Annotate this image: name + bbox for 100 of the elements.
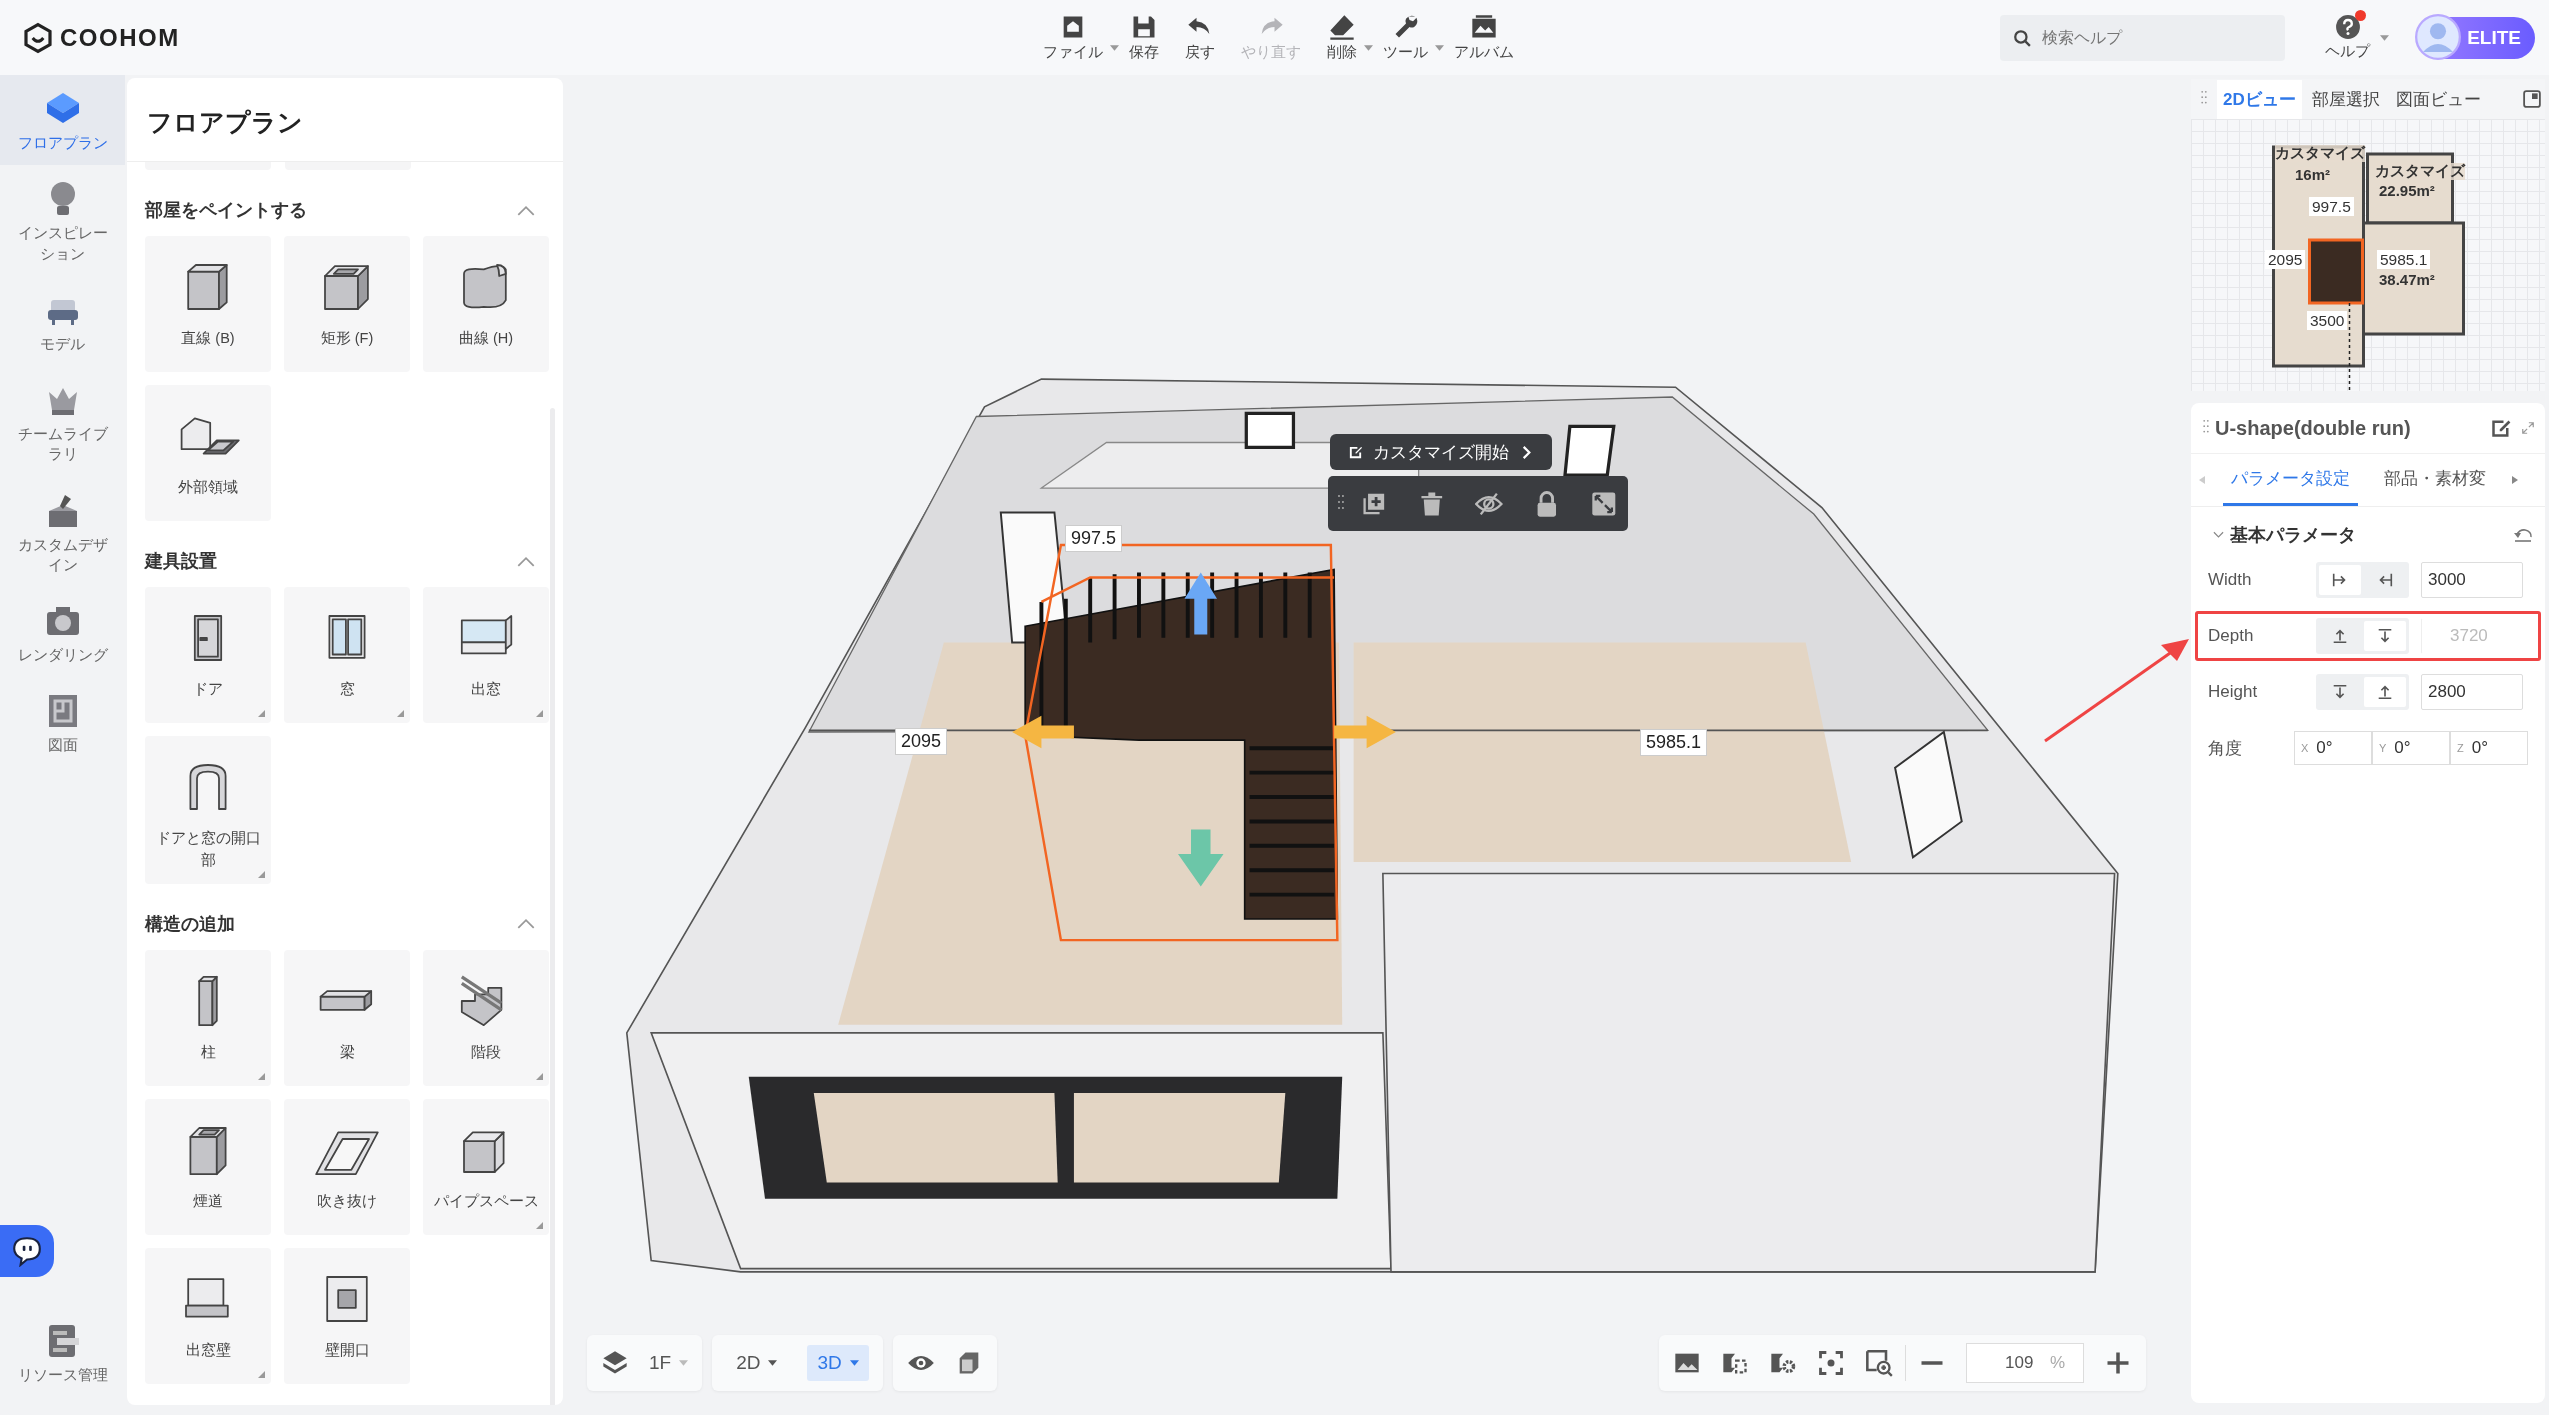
arrow-handle[interactable] xyxy=(1178,829,1224,887)
anchor-button[interactable] xyxy=(2364,677,2406,707)
rail-item[interactable]: モデル xyxy=(0,275,125,366)
minimap[interactable]: カスタマイズ 16m² カスタマイズ 22.95m² 997.5 2095 5985.1 38.47m² 3500 xyxy=(2191,119,2545,391)
tool-tile[interactable]: パイプスペース xyxy=(423,1098,549,1235)
tool-tile[interactable]: ドア xyxy=(145,587,271,723)
angle-field[interactable]: Y 0° xyxy=(2372,731,2450,765)
view-tab[interactable]: 図面ビュー xyxy=(2389,79,2487,119)
chevron-icon[interactable] xyxy=(517,204,535,216)
section-title: 基本パラメータ xyxy=(2230,524,2356,547)
arrow-up-icon xyxy=(2376,683,2394,701)
help-button[interactable]: ヘルプ xyxy=(2325,14,2371,61)
anchor-button[interactable] xyxy=(2319,565,2361,595)
toolbar-button[interactable]: ファイル xyxy=(1039,13,1107,62)
property-tab[interactable]: 部品・素材変 xyxy=(2376,454,2494,506)
tool-tile[interactable]: 壁開口 xyxy=(284,1247,410,1384)
arrow-up-icon xyxy=(2331,627,2349,645)
view-mode-button[interactable]: 2D xyxy=(726,1345,788,1381)
rail-item[interactable]: 図面 xyxy=(0,677,125,768)
toolbar-button[interactable]: 削除 xyxy=(1323,13,1361,62)
edit-icon[interactable] xyxy=(2491,418,2511,438)
toolbar-button[interactable]: ツール xyxy=(1379,13,1432,62)
arrow-handle[interactable] xyxy=(1012,715,1074,749)
chevron-icon[interactable] xyxy=(517,918,535,929)
customize-button[interactable]: カスタマイズ開始 xyxy=(1330,434,1552,470)
tool-tile[interactable]: 吹き抜け xyxy=(284,1098,410,1235)
view-tab[interactable]: 2Dビュー xyxy=(2217,79,2302,119)
chevron-icon[interactable] xyxy=(2213,531,2224,539)
focus-icon[interactable] xyxy=(1817,1349,1845,1377)
arrow-handle[interactable] xyxy=(1334,715,1396,749)
window-icon[interactable] xyxy=(2523,90,2541,108)
tool-tile[interactable]: 梁 xyxy=(284,949,410,1086)
tool-tile[interactable]: 直線 (B) xyxy=(145,236,271,372)
rail-item[interactable]: レンダリング xyxy=(0,587,125,678)
window xyxy=(1244,411,1296,450)
fit-view-icon[interactable] xyxy=(1590,489,1618,518)
tool-tile[interactable]: 階段 xyxy=(423,949,549,1086)
dimension-label: 997.5 xyxy=(2309,197,2354,217)
toolbar-button[interactable]: 保存 xyxy=(1125,13,1163,62)
rail-item[interactable]: リソース管理 xyxy=(0,1306,125,1397)
logo-icon xyxy=(22,21,54,54)
caret-icon xyxy=(2380,34,2390,41)
tool-tile[interactable]: 曲線 (H) xyxy=(423,236,549,372)
chat-button[interactable] xyxy=(0,1224,54,1277)
avatar-icon xyxy=(2415,13,2462,60)
caret-icon xyxy=(768,1360,778,1366)
tool-tile[interactable]: 柱 xyxy=(145,949,271,1086)
dimension-label: 5985.1 xyxy=(1640,729,1708,756)
rail-item[interactable]: インスピレーション xyxy=(0,165,125,276)
dimension-label: 3500 xyxy=(2307,311,2348,331)
section-title: 部屋をペイントする xyxy=(145,199,307,222)
field-label: Height xyxy=(2208,682,2259,702)
rail-item[interactable]: フロアプラン xyxy=(0,75,125,166)
tool-tile[interactable]: ドアと窓の開口部 xyxy=(145,736,271,884)
reset-icon[interactable] xyxy=(2513,527,2533,543)
tool-tile[interactable]: 外部領域 xyxy=(145,385,271,521)
arrow-down-icon xyxy=(2331,683,2349,701)
property-tab[interactable]: パラメータ設定 xyxy=(2223,454,2358,506)
zoom-field[interactable]: 109 % xyxy=(1966,1343,2084,1383)
plan-badge[interactable]: ELITE xyxy=(2417,16,2535,59)
dimension-label: 997.5 xyxy=(1065,525,1123,552)
chevron-icon[interactable] xyxy=(517,555,535,567)
tool-tile[interactable]: 窓 xyxy=(284,587,410,723)
angle-field[interactable]: Z 0° xyxy=(2450,731,2528,765)
caret-icon xyxy=(679,1360,689,1366)
chat-bubble-icon xyxy=(11,1234,43,1267)
search-field[interactable]: 検索ヘルプ xyxy=(2000,14,2286,61)
rail-item[interactable]: カスタムデザイン xyxy=(0,476,125,587)
arrow-handle[interactable] xyxy=(1184,572,1218,635)
value-field[interactable]: 3000 xyxy=(2421,562,2523,598)
section-title: 構造の追加 xyxy=(145,912,235,936)
arrow-down-icon xyxy=(2376,627,2394,645)
room-label: カスタマイズ xyxy=(2375,163,2465,180)
field-label: Depth xyxy=(2208,626,2255,646)
value-field[interactable]: 2800 xyxy=(2421,674,2523,710)
help-icon xyxy=(2334,14,2361,40)
edit-icon xyxy=(1348,444,1363,460)
expand-icon[interactable] xyxy=(2521,421,2535,435)
view-tab[interactable]: 部屋選択 xyxy=(2305,79,2386,119)
tool-tile[interactable]: 矩形 (F) xyxy=(284,236,410,372)
angle-field[interactable]: X 0° xyxy=(2294,731,2372,765)
logo-text: COOHOM xyxy=(60,23,180,52)
search-icon xyxy=(2013,28,2032,47)
zoom-fit-icon[interactable] xyxy=(1865,1349,1893,1377)
room-label: カスタマイズ xyxy=(2275,145,2365,162)
tool-tile[interactable]: 煙道 xyxy=(145,1098,271,1235)
field-label: Width xyxy=(2208,570,2253,590)
section-title: 建具設置 xyxy=(145,550,217,573)
toolbar-button[interactable]: 戻す xyxy=(1181,13,1219,62)
caret-icon xyxy=(849,1360,859,1366)
image-icon xyxy=(1470,13,1498,41)
dimension-label: 2095 xyxy=(895,728,948,755)
toolbar-button[interactable]: アルバム xyxy=(1450,13,1518,62)
rail-item[interactable]: チームライブラリ xyxy=(0,366,125,477)
object-title: U-shape(double run) xyxy=(2215,416,2411,440)
dimension-label: 5985.1 xyxy=(2377,250,2431,270)
tool-tile[interactable]: 出窓 xyxy=(423,587,549,723)
tool-tile[interactable]: 出窓壁 xyxy=(145,1247,271,1384)
scroll-right-icon[interactable] xyxy=(2512,476,2518,484)
eraser-icon xyxy=(1328,13,1356,41)
